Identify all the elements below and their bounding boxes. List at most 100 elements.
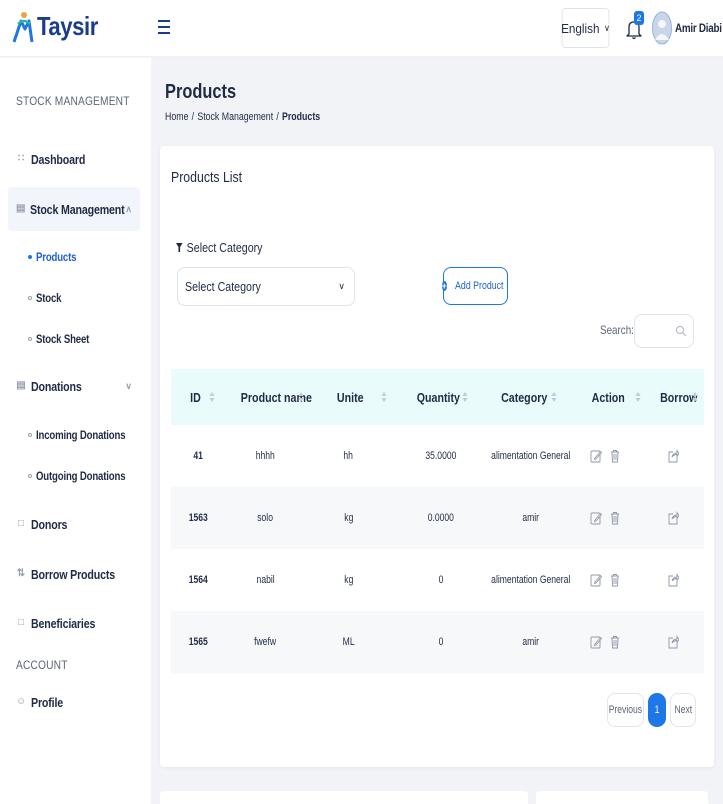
breadcrumb-current: Products	[282, 111, 321, 123]
pagination-page-label: 1	[654, 704, 660, 716]
column-header-unite[interactable]: Unite	[334, 369, 387, 425]
category-select[interactable]: Select Category ∨	[177, 267, 355, 306]
add-product-label: Add Product	[454, 280, 504, 292]
cell-category: amir	[522, 512, 540, 524]
sidebar-sub-stock-sheet[interactable]: Stock Sheet	[28, 329, 103, 349]
column-label: ID	[190, 389, 201, 405]
table-header: ID Product name Unite Quantity Category …	[171, 369, 704, 425]
search-box[interactable]	[634, 314, 694, 348]
sidebar-item-borrow-products[interactable]: ⇅ Borrow Products	[8, 552, 140, 596]
sidebar-sub-products[interactable]: Products	[28, 247, 86, 267]
cell-id: 41	[193, 450, 203, 462]
delete-icon[interactable]	[609, 449, 621, 463]
edit-icon[interactable]	[590, 449, 602, 463]
swap-icon: ⇅	[16, 568, 26, 579]
brand-logo[interactable]: Taysir	[12, 8, 109, 44]
notification-badge: 2	[634, 11, 644, 25]
sidebar-item-dashboard[interactable]: ∷ Dashboard	[8, 137, 140, 181]
column-header-action[interactable]: Action	[588, 369, 641, 425]
share-icon[interactable]	[667, 511, 679, 525]
sort-icon	[209, 392, 215, 402]
column-label: Quantity	[416, 389, 460, 405]
cell-borrow	[665, 611, 681, 673]
chevron-up-icon: ∧	[125, 203, 132, 214]
cell-quantity: 0	[438, 636, 444, 648]
sidebar-item-label: Donations	[31, 378, 82, 394]
document-icon: ▤	[16, 380, 26, 391]
logo-icon	[12, 12, 34, 43]
share-icon[interactable]	[667, 449, 679, 463]
brand-name: Taysir	[37, 10, 98, 41]
sidebar: STOCK MANAGEMENT ∷ Dashboard ▤ Stock Man…	[0, 58, 151, 804]
language-select[interactable]: English ∨	[561, 8, 610, 48]
edit-icon[interactable]	[590, 511, 602, 525]
sidebar-item-label: Stock Management	[30, 201, 125, 217]
sidebar-item-label: Borrow Products	[31, 566, 116, 582]
add-product-button[interactable]: + Add Product	[441, 267, 508, 305]
column-header-id[interactable]: ID	[189, 369, 219, 425]
pagination-previous-label: Previous	[608, 704, 643, 716]
sort-icon	[462, 392, 468, 402]
delete-icon[interactable]	[609, 511, 621, 525]
share-icon[interactable]	[667, 573, 679, 587]
sidebar-item-donations[interactable]: ▤ Donations ∨	[8, 364, 140, 408]
sidebar-item-stock-management[interactable]: ▤ Stock Management ∧	[8, 187, 140, 231]
section-stock-management: STOCK MANAGEMENT	[16, 94, 130, 108]
sidebar-item-label: Donors	[31, 516, 68, 532]
column-header-category[interactable]: Category	[496, 369, 557, 425]
bullet-icon	[28, 337, 32, 341]
edit-icon[interactable]	[590, 635, 602, 649]
cell-action	[587, 611, 623, 673]
column-header-borrow[interactable]: Borrow	[656, 369, 704, 425]
sidebar-item-profile[interactable]: ☺ Profile	[8, 680, 140, 724]
pagination-previous[interactable]: Previous	[607, 693, 644, 727]
sidebar-item-donors[interactable]: □ Donors	[8, 502, 140, 546]
delete-icon[interactable]	[609, 573, 621, 587]
sidebar-sub-label: Incoming Donations	[36, 428, 126, 442]
sidebar-sub-incoming-donations[interactable]: Incoming Donations	[28, 425, 148, 445]
column-header-quantity[interactable]: Quantity	[412, 369, 468, 425]
avatar[interactable]	[652, 10, 672, 46]
cell-action	[587, 549, 623, 611]
cell-borrow	[665, 549, 681, 611]
cell-id: 1563	[188, 512, 208, 524]
plus-icon: +	[441, 281, 447, 291]
breadcrumb: Home / Stock Management / Products	[165, 111, 321, 123]
table-row: 1563 solo kg 0.0000 amir	[171, 487, 704, 549]
sidebar-sub-label: Stock Sheet	[36, 332, 90, 346]
pagination-page-1[interactable]: 1	[648, 693, 666, 727]
sidebar-sub-outgoing-donations[interactable]: Outgoing Donations	[28, 466, 148, 486]
search-input[interactable]	[639, 315, 679, 345]
search-label: Search:	[600, 323, 634, 337]
breadcrumb-home[interactable]: Home	[165, 111, 188, 123]
breadcrumb-stock-management[interactable]: Stock Management	[197, 111, 273, 123]
bullet-icon	[28, 255, 32, 259]
menu-toggle-icon[interactable]	[158, 20, 170, 34]
bottom-card-left	[160, 791, 528, 804]
sort-icon	[381, 392, 387, 402]
cell-quantity: 0.0000	[427, 512, 455, 524]
table-row: 1565 fwefw ML 0 amir	[171, 611, 704, 673]
column-label: Unite	[336, 389, 364, 405]
products-card: Products List Select Category Select Cat…	[160, 146, 714, 767]
sidebar-item-beneficiaries[interactable]: □ Beneficiaries	[8, 601, 140, 645]
grid-icon: ∷	[17, 153, 25, 164]
user-icon: ☺	[16, 696, 27, 707]
sidebar-sub-stock[interactable]: Stock	[28, 288, 68, 308]
language-label: English	[561, 20, 600, 36]
search-icon	[675, 325, 687, 337]
delete-icon[interactable]	[609, 635, 621, 649]
table-row: 1564 nabil kg 0 alimentation General	[171, 549, 704, 611]
pagination-next[interactable]: Next	[670, 693, 696, 727]
cell-quantity: 35.0000	[425, 450, 457, 462]
filter-label-text: Select Category	[186, 240, 263, 255]
user-name-menu[interactable]: Amir Diabi ▼	[675, 21, 723, 35]
share-icon[interactable]	[667, 635, 679, 649]
column-label: Action	[591, 389, 625, 405]
edit-icon[interactable]	[590, 573, 602, 587]
column-header-product-name[interactable]: Product name	[233, 369, 312, 425]
cell-unite: ML	[342, 636, 355, 648]
bullet-icon	[28, 474, 32, 478]
cell-product-name: fwefw	[254, 636, 277, 648]
storage-icon: ▤	[16, 203, 26, 214]
